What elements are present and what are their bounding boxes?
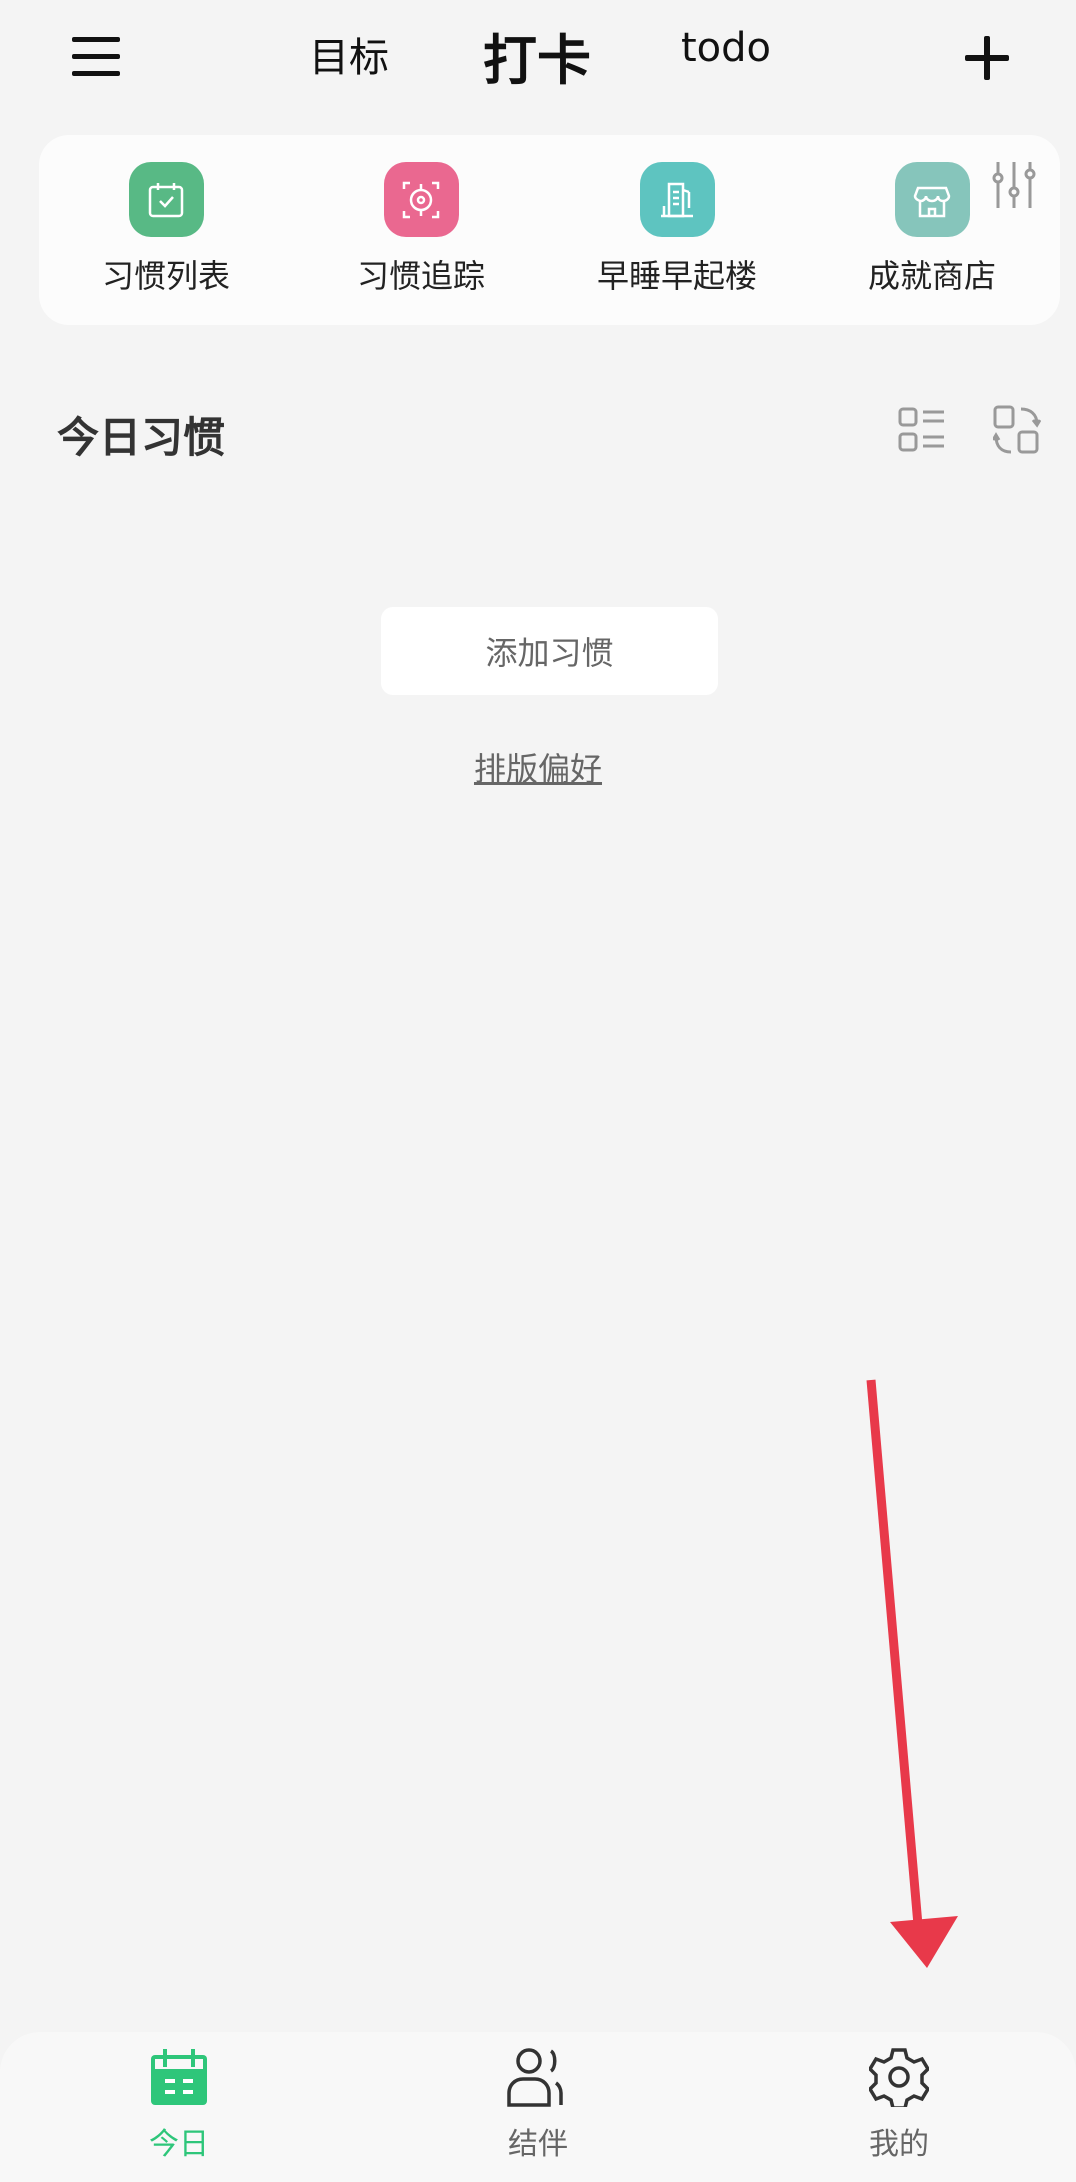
bottom-nav: 今日 结伴 我的 — [0, 2032, 1076, 2182]
calendar-icon — [151, 2049, 207, 2105]
people-icon — [507, 2048, 563, 2107]
nav-label: 今日 — [149, 2127, 209, 2162]
nav-mine[interactable]: 我的 — [819, 2047, 979, 2163]
nav-label: 我的 — [869, 2127, 929, 2162]
nav-partners[interactable]: 结伴 — [458, 2047, 618, 2163]
gear-icon — [867, 2048, 931, 2110]
nav-label: 结伴 — [508, 2127, 568, 2162]
annotation-arrow — [866, 1379, 958, 1968]
nav-today[interactable]: 今日 — [99, 2047, 259, 2163]
